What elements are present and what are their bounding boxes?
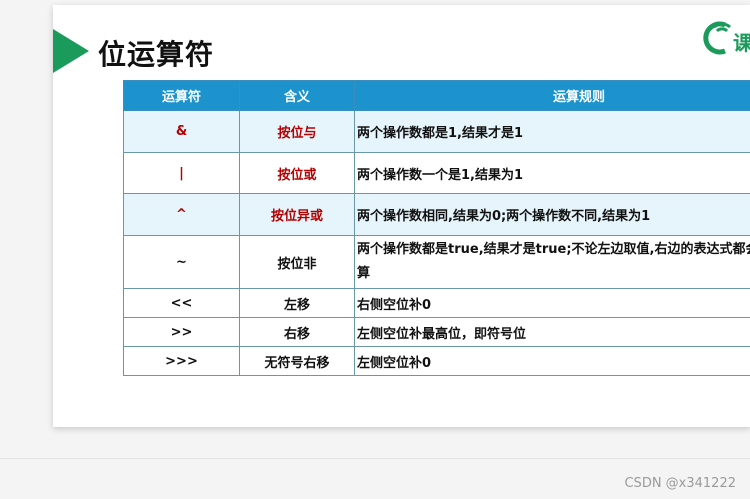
title-arrow-icon (53, 29, 89, 73)
meaning-cell: 无符号右移 (239, 346, 355, 376)
rule-cell: 两个操作数一个是1,结果为1 (354, 152, 750, 194)
header-rule: 运算规则 (354, 80, 750, 111)
slide: 位运算符 课 运算符 含义 运算规则 & 按位与 两个操作数都是1,结果才是1 (53, 5, 750, 427)
brand-logo-icon: 课 (703, 21, 750, 55)
footer-divider (0, 458, 750, 459)
meaning-cell: 按位与 (239, 110, 355, 153)
svg-text:课: 课 (733, 31, 750, 55)
header-operator: 运算符 (123, 80, 240, 111)
header-meaning: 含义 (239, 80, 355, 111)
table-row: >> 右移 左侧空位补最高位，即符号位 (123, 317, 750, 347)
operator-cell: >> (123, 317, 240, 347)
table-row: & 按位与 两个操作数都是1,结果才是1 (123, 110, 750, 153)
meaning-cell: 按位或 (239, 152, 355, 194)
table-header-row: 运算符 含义 运算规则 (123, 80, 750, 111)
table-row: >>> 无符号右移 左侧空位补0 (123, 346, 750, 376)
meaning-cell: 左移 (239, 288, 355, 318)
operator-cell: ~ (123, 235, 240, 289)
slide-title: 位运算符 (98, 38, 215, 71)
operator-cell: ^ (123, 193, 240, 236)
meaning-cell: 按位非 (239, 235, 355, 289)
rule-cell: 两个操作数相同,结果为0;两个操作数不同,结果为1 (354, 193, 750, 236)
meaning-cell: 按位异或 (239, 193, 355, 236)
table-row: << 左移 右侧空位补0 (123, 288, 750, 318)
rule-cell: 左侧空位补0 (354, 346, 750, 376)
operator-cell: >>> (123, 346, 240, 376)
operator-cell: << (123, 288, 240, 318)
watermark: CSDN @x341222 (624, 476, 736, 491)
rule-cell: 右侧空位补0 (354, 288, 750, 318)
rule-cell: 两个操作数都是true,结果才是true;不论左边取值,右边的表达式都会进行运算 (354, 235, 750, 289)
table-row: | 按位或 两个操作数一个是1,结果为1 (123, 152, 750, 194)
meaning-cell: 右移 (239, 317, 355, 347)
rule-cell: 左侧空位补最高位，即符号位 (354, 317, 750, 347)
table-row: ^ 按位异或 两个操作数相同,结果为0;两个操作数不同,结果为1 (123, 193, 750, 236)
operator-cell: & (123, 110, 240, 153)
rule-cell: 两个操作数都是1,结果才是1 (354, 110, 750, 153)
operator-cell: | (123, 152, 240, 194)
table-row: ~ 按位非 两个操作数都是true,结果才是true;不论左边取值,右边的表达式… (123, 235, 750, 289)
operators-table: 运算符 含义 运算规则 & 按位与 两个操作数都是1,结果才是1 | 按位或 两… (123, 80, 750, 376)
